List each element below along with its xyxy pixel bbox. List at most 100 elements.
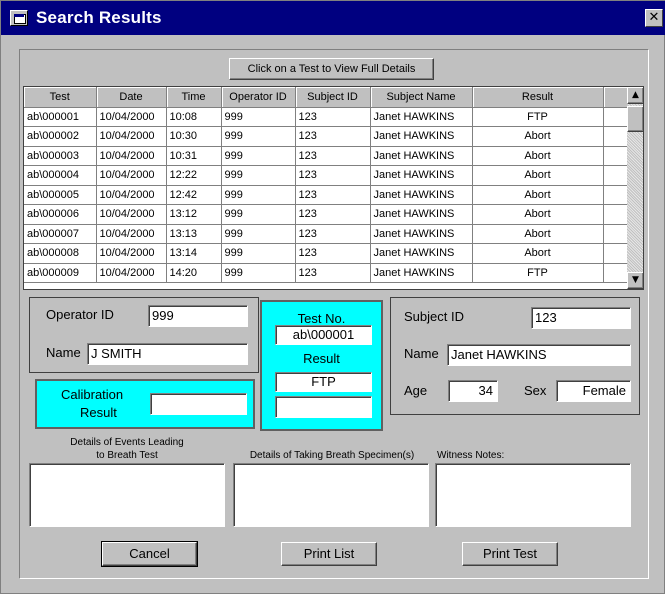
column-header-operator-id[interactable]: Operator ID	[221, 87, 296, 108]
cell-subject-id[interactable]: 123	[295, 106, 371, 127]
cell-subject-name[interactable]: Janet HAWKINS	[370, 106, 473, 127]
calibration-result-field[interactable]	[150, 393, 247, 415]
subject-name-field[interactable]: Janet HAWKINS	[447, 344, 631, 366]
cell-time[interactable]: 12:22	[166, 165, 222, 186]
cell-subject-id[interactable]: 123	[295, 204, 371, 225]
cell-operator-id[interactable]: 999	[221, 185, 296, 205]
cell-operator-id[interactable]: 999	[221, 224, 296, 244]
cell-time[interactable]: 10:30	[166, 126, 222, 147]
cell-subject-name[interactable]: Janet HAWKINS	[370, 146, 473, 166]
cell-result[interactable]: Abort	[472, 204, 604, 225]
specimen-notes-textarea[interactable]	[233, 463, 429, 527]
cell-operator-id[interactable]: 999	[221, 243, 296, 264]
cell-result[interactable]: FTP	[472, 106, 604, 127]
cell-test[interactable]: ab\000009	[24, 263, 97, 283]
table-row[interactable]: ab\000004 10/04/2000 12:22 999 123 Janet HAWK…	[24, 165, 628, 186]
cell-test[interactable]: ab\000003	[24, 146, 97, 166]
table-row[interactable]: ab\000005 10/04/2000 12:42 999 123 Janet HAWK…	[24, 185, 628, 205]
close-icon[interactable]: ✕	[645, 9, 663, 27]
cell-time[interactable]: 13:13	[166, 224, 222, 244]
cell-result[interactable]: Abort	[472, 185, 604, 205]
cell-date[interactable]: 10/04/2000	[96, 165, 167, 186]
subject-id-field[interactable]: 123	[531, 307, 631, 329]
cell-result[interactable]: Abort	[472, 243, 604, 264]
test-extra-field[interactable]	[275, 396, 372, 418]
cell-operator-id[interactable]: 999	[221, 165, 296, 186]
results-table[interactable]: Test Date Time Operator ID Subject ID Su…	[23, 86, 644, 290]
cell-time[interactable]: 13:14	[166, 243, 222, 264]
cell-date[interactable]: 10/04/2000	[96, 243, 167, 264]
subject-age-field[interactable]: 34	[448, 380, 498, 402]
cell-time[interactable]: 10:31	[166, 146, 222, 166]
cell-subject-id[interactable]: 123	[295, 126, 371, 147]
cell-time[interactable]: 10:08	[166, 106, 222, 127]
cancel-button[interactable]: Cancel	[101, 541, 198, 567]
print-test-button[interactable]: Print Test	[462, 542, 558, 566]
table-row[interactable]: ab\000008 10/04/2000 13:14 999 123 Janet HAWK…	[24, 243, 628, 264]
cell-subject-id[interactable]: 123	[295, 243, 371, 264]
table-row[interactable]: ab\000006 10/04/2000 13:12 999 123 Janet HAWK…	[24, 204, 628, 225]
cell-subject-id[interactable]: 123	[295, 146, 371, 166]
cell-subject-id[interactable]: 123	[295, 165, 371, 186]
column-header-time[interactable]: Time	[166, 87, 222, 108]
table-row[interactable]: ab\000001 10/04/2000 10:08 999 123 Janet HAWK…	[24, 106, 628, 127]
cell-test[interactable]: ab\000004	[24, 165, 97, 186]
cell-subject-name[interactable]: Janet HAWKINS	[370, 165, 473, 186]
cell-subject-name[interactable]: Janet HAWKINS	[370, 204, 473, 225]
table-row[interactable]: ab\000003 10/04/2000 10:31 999 123 Janet HAWK…	[24, 146, 628, 166]
cell-operator-id[interactable]: 999	[221, 263, 296, 283]
operator-name-field[interactable]: J SMITH	[87, 343, 248, 365]
cell-test[interactable]: ab\000005	[24, 185, 97, 205]
cell-date[interactable]: 10/04/2000	[96, 263, 167, 283]
scroll-down-icon[interactable]: ▼	[627, 272, 643, 289]
cell-test[interactable]: ab\000008	[24, 243, 97, 264]
cell-operator-id[interactable]: 999	[221, 146, 296, 166]
events-notes-textarea[interactable]	[29, 463, 225, 527]
cell-time[interactable]: 14:20	[166, 263, 222, 283]
cell-subject-id[interactable]: 123	[295, 224, 371, 244]
test-number-field[interactable]: ab\000001	[275, 325, 372, 345]
subject-sex-field[interactable]: Female	[556, 380, 631, 402]
vertical-scrollbar[interactable]: ▲ ▼	[627, 87, 643, 289]
cell-subject-name[interactable]: Janet HAWKINS	[370, 224, 473, 244]
cell-time[interactable]: 12:42	[166, 185, 222, 205]
title-bar[interactable]: Search Results ✕	[1, 1, 665, 35]
table-row[interactable]: ab\000002 10/04/2000 10:30 999 123 Janet HAWK…	[24, 126, 628, 147]
column-header-date[interactable]: Date	[96, 87, 167, 108]
cell-subject-id[interactable]: 123	[295, 263, 371, 283]
cell-operator-id[interactable]: 999	[221, 204, 296, 225]
cell-result[interactable]: Abort	[472, 146, 604, 166]
cell-date[interactable]: 10/04/2000	[96, 106, 167, 127]
column-header-subject-id[interactable]: Subject ID	[295, 87, 371, 108]
cell-subject-name[interactable]: Janet HAWKINS	[370, 126, 473, 147]
window-menu-icon[interactable]	[10, 10, 28, 26]
cell-result[interactable]: Abort	[472, 165, 604, 186]
column-header-test[interactable]: Test	[24, 87, 97, 108]
cell-date[interactable]: 10/04/2000	[96, 126, 167, 147]
table-row[interactable]: ab\000007 10/04/2000 13:13 999 123 Janet HAWK…	[24, 224, 628, 244]
cell-subject-name[interactable]: Janet HAWKINS	[370, 243, 473, 264]
scroll-up-icon[interactable]: ▲	[627, 87, 643, 104]
cell-date[interactable]: 10/04/2000	[96, 185, 167, 205]
cell-date[interactable]: 10/04/2000	[96, 204, 167, 225]
table-row[interactable]: ab\000009 10/04/2000 14:20 999 123 Janet HAWK…	[24, 263, 628, 283]
cell-operator-id[interactable]: 999	[221, 126, 296, 147]
view-details-hint-button[interactable]: Click on a Test to View Full Details	[229, 58, 434, 80]
cell-date[interactable]: 10/04/2000	[96, 224, 167, 244]
print-list-button[interactable]: Print List	[281, 542, 377, 566]
cell-subject-id[interactable]: 123	[295, 185, 371, 205]
test-result-field[interactable]: FTP	[275, 372, 372, 392]
cell-test[interactable]: ab\000001	[24, 106, 97, 127]
cell-test[interactable]: ab\000006	[24, 204, 97, 225]
cell-result[interactable]: Abort	[472, 224, 604, 244]
cell-time[interactable]: 13:12	[166, 204, 222, 225]
operator-id-field[interactable]: 999	[148, 305, 248, 327]
cell-result[interactable]: FTP	[472, 263, 604, 283]
witness-notes-textarea[interactable]	[435, 463, 631, 527]
column-header-result[interactable]: Result	[472, 87, 604, 108]
scrollbar-thumb[interactable]	[627, 106, 643, 132]
cell-test[interactable]: ab\000007	[24, 224, 97, 244]
cell-operator-id[interactable]: 999	[221, 106, 296, 127]
cell-date[interactable]: 10/04/2000	[96, 146, 167, 166]
cell-result[interactable]: Abort	[472, 126, 604, 147]
